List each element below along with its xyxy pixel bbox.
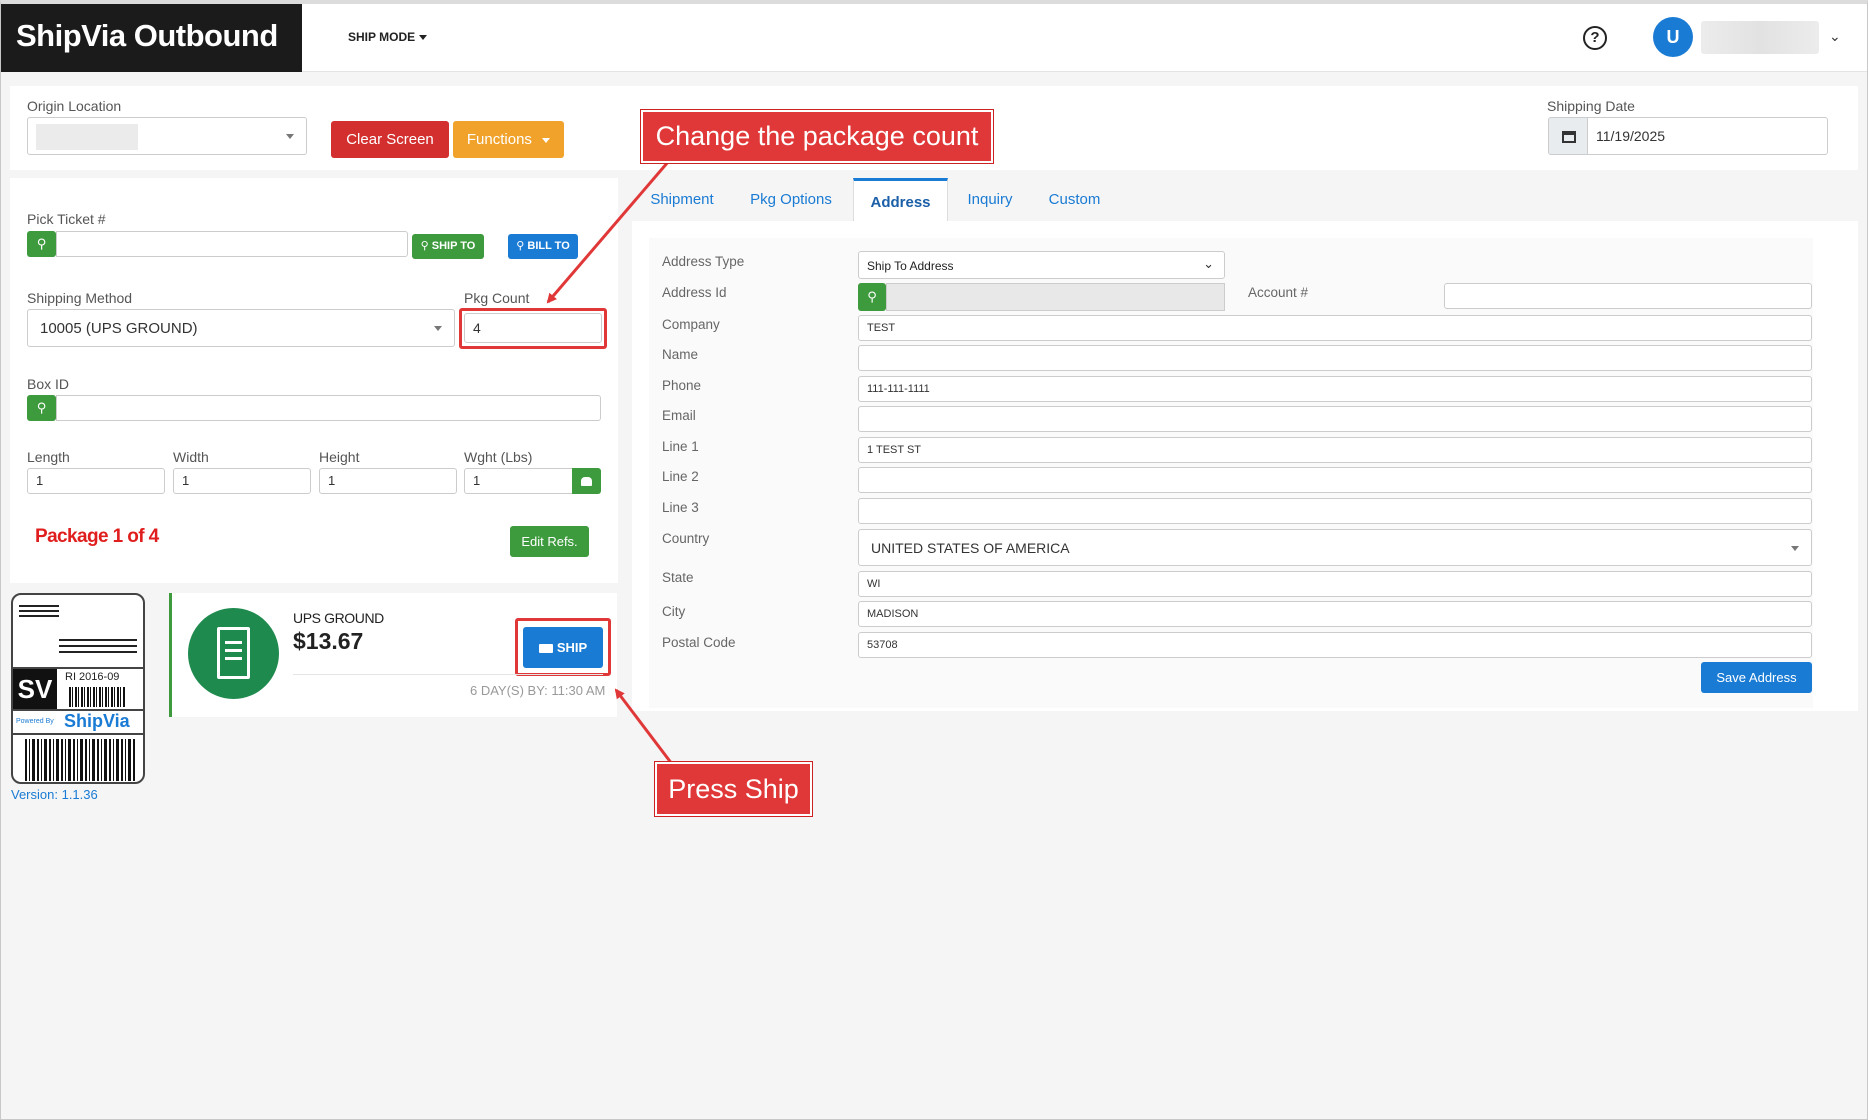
ship-callout: Press Ship [655,762,812,816]
arrow-to-pkg-count [546,161,670,304]
annotation-arrows [546,161,674,765]
arrow-to-ship-button [614,688,674,765]
pkg-count-callout: Change the package count [641,110,993,163]
